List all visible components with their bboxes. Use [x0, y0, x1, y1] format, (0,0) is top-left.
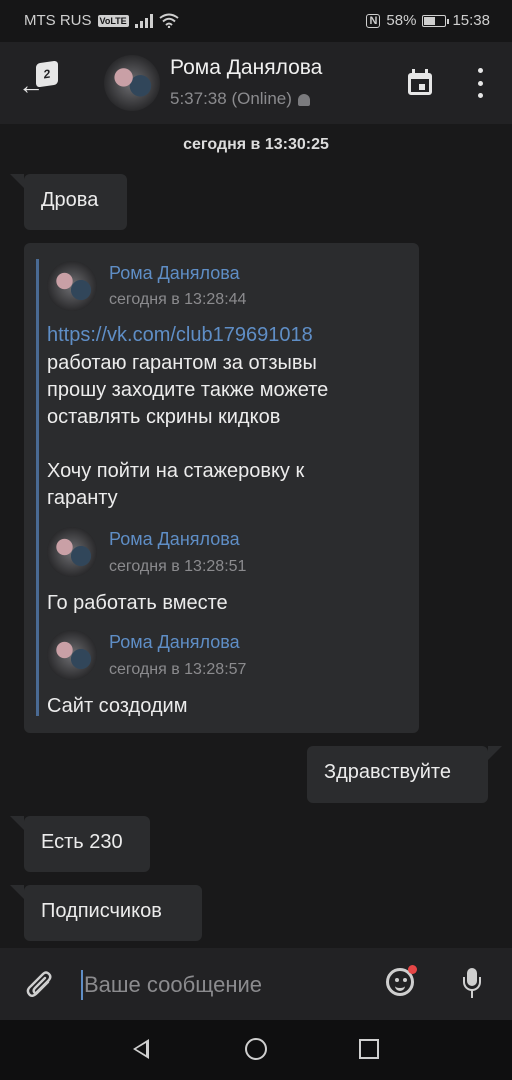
forward-text-line: прошу заходите также можете: [47, 379, 329, 401]
battery-fill: [424, 16, 436, 25]
chat-header: ← 2 Рома Данялова 5:37:38 (Online): [0, 42, 512, 124]
last-seen-text: 5:37:38 (Online): [170, 89, 292, 108]
forward-text: Го работать вместе: [47, 592, 228, 614]
message-bubble-incoming[interactable]: Дрова: [10, 174, 127, 230]
message-text: Здравствуйте: [324, 761, 451, 783]
more-dot: [477, 68, 483, 73]
forward-indicator-bar: [36, 259, 39, 716]
battery-percent: 58%: [386, 12, 417, 29]
forward-text-line: [47, 431, 328, 458]
nfc-icon: N: [366, 13, 381, 28]
forward-text: Сайт создодим: [47, 695, 188, 717]
nav-home-icon[interactable]: [245, 1038, 267, 1060]
back-button[interactable]: ← 2: [16, 60, 64, 104]
mic-cup: [463, 977, 481, 991]
nav-back-icon[interactable]: [133, 1039, 149, 1059]
battery-icon: [422, 14, 450, 27]
calendar-day-marker: [419, 84, 425, 90]
message-bubble-incoming[interactable]: Есть 230: [10, 816, 150, 872]
avatar[interactable]: [47, 630, 97, 680]
message-text: Есть 230: [41, 831, 123, 853]
microphone-icon[interactable]: [462, 968, 482, 1000]
calendar-ring-left: [412, 69, 415, 75]
notification-dot: [408, 965, 417, 974]
contact-status: 5:37:38 (Online): [170, 89, 310, 109]
wifi-icon: [159, 13, 179, 28]
more-button[interactable]: [472, 68, 488, 98]
more-dot: [477, 93, 483, 98]
volte-badge: VoLTE: [97, 14, 129, 27]
message-bubble-incoming[interactable]: Подписчиков: [10, 885, 202, 941]
mic-stem: [471, 990, 473, 998]
contact-name[interactable]: Рома Данялова: [170, 56, 322, 80]
forward-timestamp: сегодня в 13:28:44: [109, 291, 247, 308]
status-left: MTS RUS VoLTE: [24, 12, 179, 29]
forward-timestamp: сегодня в 13:28:51: [109, 558, 247, 575]
more-dot: [477, 80, 483, 86]
message-text: Дрова: [41, 189, 99, 211]
date-separator: сегодня в 13:30:25: [183, 136, 329, 153]
clock: 15:38: [452, 12, 490, 29]
status-bar: MTS RUS VoLTE N 58% 15:38: [0, 0, 512, 42]
forward-author[interactable]: Рома Данялова: [109, 263, 240, 284]
forward-author[interactable]: Рома Данялова: [109, 632, 240, 653]
avatar[interactable]: [104, 55, 160, 111]
smiley-icon[interactable]: [386, 965, 417, 996]
forward-text-line: оставлять скрины кидков: [47, 406, 281, 428]
unread-counter: 2: [36, 60, 58, 88]
message-text: Подписчиков: [41, 900, 162, 922]
forward-text: работаю гарантом за отзывы прошу заходит…: [47, 350, 328, 512]
forward-timestamp: сегодня в 13:28:57: [109, 661, 247, 678]
forward-text-line: Хочу пойти на стажеровку к: [47, 460, 305, 482]
carrier-label: MTS RUS: [24, 12, 92, 29]
android-icon: [297, 93, 310, 106]
forward-text-line: работаю гарантом за отзывы: [47, 352, 317, 374]
forward-author[interactable]: Рома Данялова: [109, 529, 240, 550]
nav-recents-icon[interactable]: [359, 1039, 379, 1059]
message-input[interactable]: [80, 968, 374, 1002]
paperclip-icon[interactable]: [26, 970, 54, 1000]
signal-icon: [134, 13, 153, 28]
avatar[interactable]: [47, 261, 97, 311]
message-bubble-outgoing[interactable]: Здравствуйте: [307, 746, 502, 803]
forward-text-line: гаранту: [47, 487, 118, 509]
avatar[interactable]: [47, 527, 97, 577]
calendar-button[interactable]: [406, 69, 434, 97]
message-composer: [0, 948, 512, 1020]
system-nav-bar: [0, 1020, 512, 1080]
calendar-ring-right: [425, 69, 428, 75]
forward-link[interactable]: https://vk.com/club179691018: [47, 324, 313, 347]
smiley-mouth: [395, 982, 405, 991]
status-right: N 58% 15:38: [366, 12, 490, 29]
